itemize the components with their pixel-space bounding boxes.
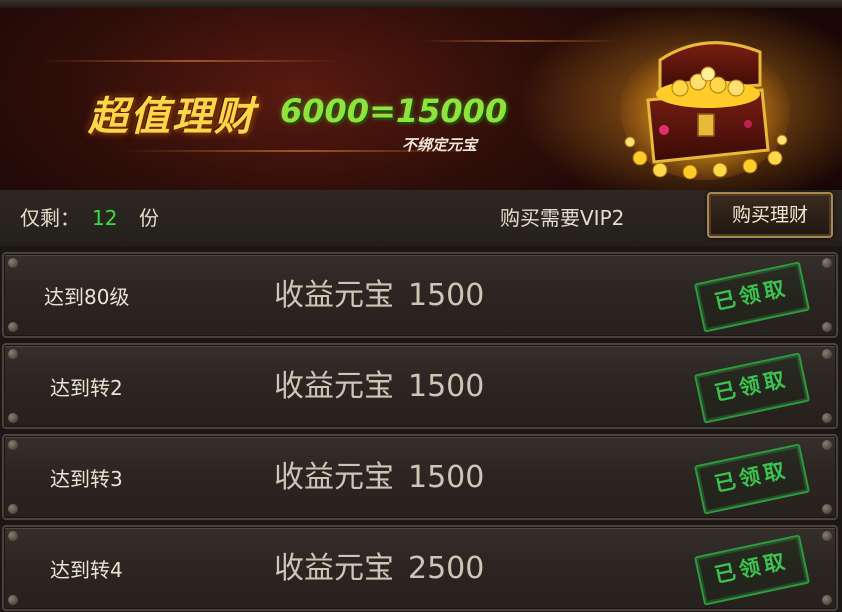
claimed-stamp: 已领取: [693, 261, 811, 333]
reward-amount: 2500: [408, 551, 485, 586]
rivet-icon: [8, 595, 18, 605]
reward-row: 达到80级 收益元宝 1500 已领取: [2, 252, 838, 338]
reward-row: 达到转2 收益元宝 1500 已领取: [2, 343, 838, 429]
promo-banner: 超值理财 6000=15000 不绑定元宝: [0, 0, 842, 192]
rivet-icon: [8, 440, 18, 450]
rivet-icon: [822, 349, 832, 359]
rivet-icon: [822, 258, 832, 268]
rivet-icon: [8, 349, 18, 359]
reward-label: 收益元宝: [274, 278, 394, 313]
claimed-stamp: 已领取: [693, 443, 811, 515]
finance-panel: 超值理财 6000=15000 不绑定元宝 仅剩： 12 份 购买需要VIP2 …: [0, 0, 842, 612]
rivet-icon: [822, 504, 832, 514]
reward-row: 达到转4 收益元宝 2500 已领取: [2, 525, 838, 611]
row-condition: 达到转2: [50, 376, 123, 400]
rivet-icon: [822, 440, 832, 450]
rivet-icon: [822, 595, 832, 605]
row-reward: 收益元宝 1500: [274, 278, 484, 314]
claimed-stamp: 已领取: [693, 352, 811, 424]
row-condition: 达到转4: [50, 558, 123, 582]
remain-count: 12: [92, 206, 118, 230]
rivet-icon: [8, 531, 18, 541]
treasure-chest-icon: [620, 40, 790, 180]
rivet-icon: [8, 258, 18, 268]
reward-label: 收益元宝: [274, 369, 394, 404]
banner-formula: 6000=15000: [280, 92, 508, 130]
banner-frame: [0, 0, 842, 8]
vip-requirement: 购买需要VIP2: [500, 206, 625, 230]
row-condition: 达到80级: [44, 285, 130, 309]
rivet-icon: [822, 413, 832, 423]
banner-title: 超值理财: [88, 94, 256, 140]
light-streak: [420, 40, 620, 42]
reward-row: 达到转3 收益元宝 1500 已领取: [2, 434, 838, 520]
row-reward: 收益元宝 1500: [274, 369, 484, 405]
remain-unit: 份: [139, 206, 159, 230]
reward-label: 收益元宝: [274, 460, 394, 495]
rivet-icon: [822, 322, 832, 332]
reward-amount: 1500: [408, 369, 485, 404]
banner-subtitle: 不绑定元宝: [402, 136, 478, 154]
reward-amount: 1500: [408, 278, 485, 313]
row-condition: 达到转3: [50, 467, 123, 491]
remain-label: 仅剩：: [20, 206, 80, 230]
reward-label: 收益元宝: [274, 551, 394, 586]
rivet-icon: [8, 322, 18, 332]
buy-finance-button[interactable]: 购买理财: [707, 192, 833, 238]
rivet-icon: [8, 504, 18, 514]
light-streak: [40, 60, 340, 62]
reward-amount: 1500: [408, 460, 485, 495]
rivet-icon: [8, 413, 18, 423]
row-reward: 收益元宝 1500: [274, 460, 484, 496]
row-reward: 收益元宝 2500: [274, 551, 484, 587]
claimed-stamp: 已领取: [693, 534, 811, 606]
rivet-icon: [822, 531, 832, 541]
